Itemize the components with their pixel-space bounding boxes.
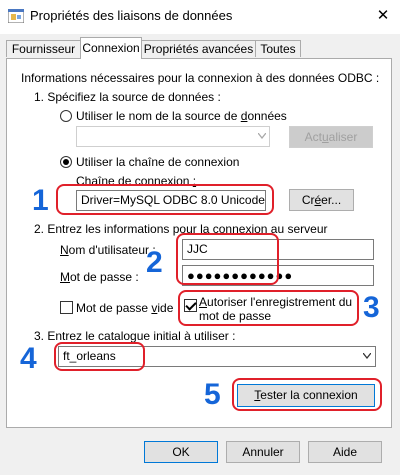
highlight-connstr xyxy=(56,184,274,215)
tab-proprietes-avancees[interactable]: Propriétés avancées xyxy=(141,40,256,57)
tab-connexion[interactable]: Connexion xyxy=(80,37,142,59)
dsn-radio-label[interactable]: Utiliser le nom de la source de données xyxy=(76,109,287,123)
connstr-radio[interactable] xyxy=(60,156,72,168)
password-label: Mot de passe : xyxy=(60,270,139,284)
help-button[interactable]: Aide xyxy=(308,441,382,463)
close-icon[interactable]: ✕ xyxy=(372,6,394,28)
highlight-test-button xyxy=(232,378,382,411)
dsn-combo[interactable] xyxy=(76,126,270,147)
annotation-1: 1 xyxy=(32,184,49,217)
build-button[interactable]: Créer... xyxy=(289,189,354,211)
highlight-credentials xyxy=(176,233,279,285)
annotation-3: 3 xyxy=(363,291,380,324)
empty-password-label[interactable]: Mot de passe vide xyxy=(76,301,173,315)
highlight-save-password xyxy=(178,290,359,326)
window-title: Propriétés des liaisons de données xyxy=(30,8,233,23)
intro-text: Informations nécessaires pour la connexi… xyxy=(21,71,380,85)
annotation-4: 4 xyxy=(20,342,37,375)
step1-label: 1. Spécifiez la source de données : xyxy=(34,90,221,104)
highlight-catalog xyxy=(54,342,145,371)
chevron-down-icon xyxy=(258,133,266,139)
chevron-down-icon xyxy=(363,353,371,359)
ok-button[interactable]: OK xyxy=(144,441,218,463)
step3-label: 3. Entrez le catalogue initial à utilise… xyxy=(34,329,236,343)
empty-password-checkbox[interactable] xyxy=(60,301,73,314)
cancel-button[interactable]: Annuler xyxy=(226,441,300,463)
data-link-icon xyxy=(8,9,24,23)
refresh-button[interactable]: Actualiser xyxy=(289,126,373,148)
username-label: Nom d'utilisateur : xyxy=(60,243,156,257)
tab-toutes[interactable]: Toutes xyxy=(255,40,301,57)
tab-fournisseur[interactable]: Fournisseur xyxy=(6,40,81,57)
connstr-radio-label[interactable]: Utiliser la chaîne de connexion xyxy=(76,155,239,169)
annotation-5: 5 xyxy=(204,378,221,411)
annotation-2: 2 xyxy=(146,246,163,279)
dsn-radio[interactable] xyxy=(60,110,72,122)
